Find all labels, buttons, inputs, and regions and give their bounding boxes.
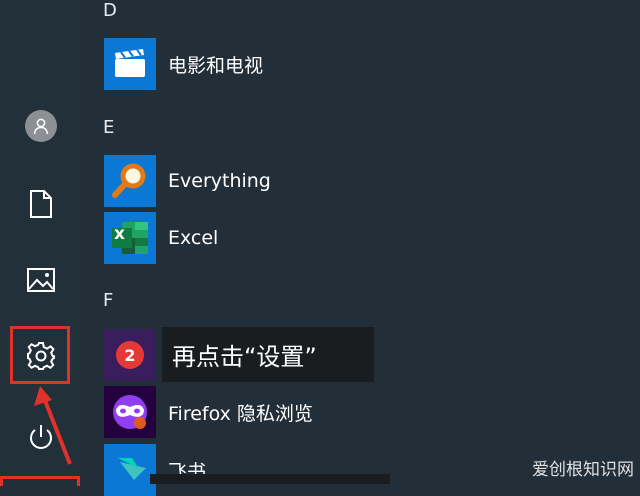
watermark-text: 爱创根知识网 [532,460,634,480]
settings-highlight-box [10,326,70,384]
app-label: Firefox 隐私浏览 [168,402,313,425]
section-header-e[interactable]: E [103,117,114,138]
user-account-button[interactable] [0,98,82,154]
step-number-badge: 2 [116,341,144,369]
app-item-firefox-private[interactable]: Firefox 隐私浏览 [104,386,313,438]
feishu-icon [104,444,156,496]
app-item-movies-tv[interactable]: 电影和电视 [104,38,263,90]
annotation-arrow-icon [34,386,72,465]
app-item-everything[interactable]: Everything [104,155,271,207]
document-icon [30,190,52,218]
section-header-f[interactable]: F [103,290,113,311]
app-item-excel[interactable]: x Excel [104,212,218,264]
excel-letter: x [114,224,125,244]
firefox-private-icon [104,386,156,438]
instruction-tooltip: 再点击“设置” [162,327,374,382]
app-item-feishu-obscured[interactable]: 2 [104,329,156,381]
app-item-feishu[interactable]: 飞书 [104,444,206,496]
everything-magnifier-icon [104,155,156,207]
picture-icon [27,268,55,292]
section-header-d[interactable]: D [103,0,117,21]
documents-button[interactable] [0,176,82,232]
instruction-text: 再点击“设置” [172,343,317,371]
app-label: Excel [168,227,219,249]
app-label: 电影和电视 [168,54,264,77]
start-button-highlight-box [0,476,80,486]
bottom-overlay-bar [150,474,390,484]
app-icon: 2 [104,329,156,381]
app-label: Everything [168,170,271,192]
pictures-button[interactable] [0,252,82,308]
excel-icon: x [104,212,156,264]
user-avatar-icon [25,110,57,142]
movies-tv-icon [104,38,156,90]
